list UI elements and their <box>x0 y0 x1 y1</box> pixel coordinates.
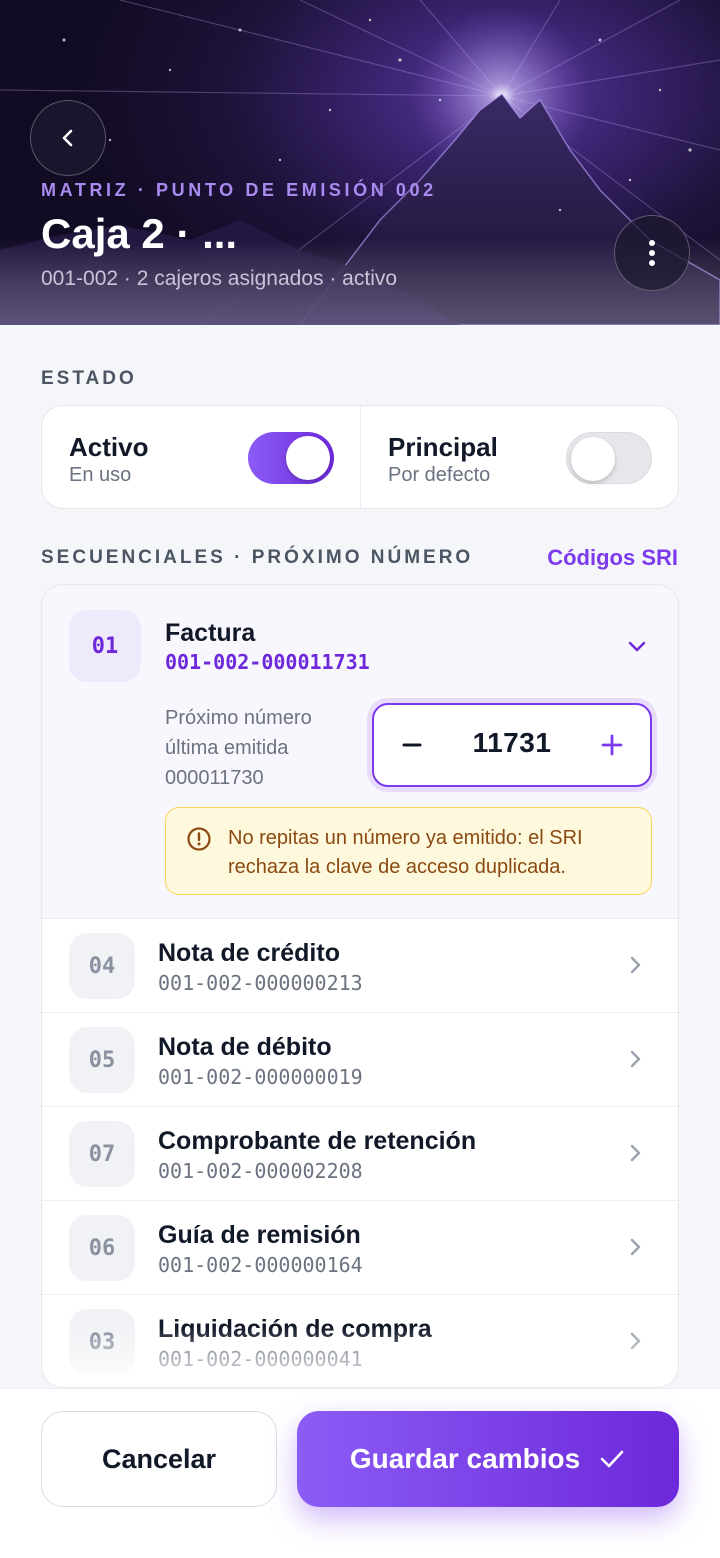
toggle-knob <box>286 436 330 480</box>
principal-subtitle: Por defecto <box>388 464 491 486</box>
save-changes-button[interactable]: Guardar cambios <box>297 1411 679 1507</box>
document-sequence-number: 001-002-000000164 <box>158 1253 363 1277</box>
chevron-down-icon <box>628 641 646 652</box>
next-number-label: Próximo número última emitida 000011730 <box>165 703 365 793</box>
chevron-right-icon <box>630 1332 641 1350</box>
document-sequence-number: 001-002-000011731 <box>165 650 370 674</box>
document-name: Nota de crédito <box>158 939 340 967</box>
warning-text: No repitas un número ya emitido: el SRI … <box>228 827 583 878</box>
header-subtitle: 001-002 · 2 cajeros asignados · activo <box>41 267 398 290</box>
document-code-badge: 04 <box>69 933 135 999</box>
sequence-item-guia-remision[interactable]: 06 Guía de remisión 001-002-000000164 <box>42 1201 678 1295</box>
document-name: Nota de débito <box>158 1033 332 1061</box>
estado-section-label: ESTADO <box>41 368 137 389</box>
document-sequence-number: 001-002-000002208 <box>158 1159 363 1183</box>
next-number-stepper: 11731 <box>372 703 652 787</box>
next-number-value[interactable]: 11731 <box>444 727 580 759</box>
chevron-right-icon <box>630 956 641 974</box>
sequence-item-nota-debito[interactable]: 05 Nota de débito 001-002-000000019 <box>42 1013 678 1107</box>
action-footer: Cancelar Guardar cambios <box>0 1388 720 1558</box>
check-icon <box>600 1450 624 1468</box>
decrement-button[interactable] <box>392 723 432 767</box>
collapse-button[interactable] <box>626 635 648 662</box>
document-sequence-number: 001-002-000000213 <box>158 971 363 995</box>
document-code-badge: 07 <box>69 1121 135 1187</box>
chevron-left-icon <box>62 129 73 147</box>
activo-toggle[interactable] <box>248 432 334 484</box>
document-sequence-number: 001-002-000000041 <box>158 1347 363 1371</box>
chevron-right-icon <box>630 1050 641 1068</box>
chevron-right-icon <box>630 1238 641 1256</box>
plus-icon <box>601 734 623 756</box>
save-changes-label: Guardar cambios <box>349 1443 581 1474</box>
alert-circle-icon <box>187 827 211 851</box>
more-options-button[interactable] <box>614 215 690 291</box>
principal-toggle[interactable] <box>566 432 652 484</box>
status-card: Activo En uso Principal Por defecto <box>41 405 679 509</box>
activo-title: Activo <box>69 432 149 462</box>
sequence-item-comprobante-retencion[interactable]: 07 Comprobante de retención 001-002-0000… <box>42 1107 678 1201</box>
header-hero: MATRIZ · PUNTO DE EMISIÓN 002 Caja 2 · .… <box>0 0 720 325</box>
sequence-item-factura-expanded: 01 Factura 001-002-000011731 Próximo núm… <box>42 585 678 919</box>
principal-setting: Principal Por defecto <box>360 406 678 508</box>
activo-subtitle: En uso <box>69 464 132 486</box>
document-name: Guía de remisión <box>158 1221 361 1249</box>
secuenciales-section-label: SECUENCIALES · PRÓXIMO NÚMERO <box>41 547 474 568</box>
vertical-dots-icon <box>649 240 655 266</box>
header-eyebrow: MATRIZ · PUNTO DE EMISIÓN 002 <box>41 180 437 200</box>
minus-icon <box>402 743 422 747</box>
document-code-badge: 01 <box>69 610 141 682</box>
document-code-badge: 03 <box>69 1309 135 1375</box>
document-name: Factura <box>165 619 256 647</box>
duplicate-warning: No repitas un número ya emitido: el SRI … <box>165 807 652 895</box>
document-sequence-number: 001-002-000000019 <box>158 1065 363 1089</box>
document-code-badge: 06 <box>69 1215 135 1281</box>
next-number-label-line2: última emitida <box>165 737 289 759</box>
chevron-right-icon <box>630 1144 641 1162</box>
document-name: Comprobante de retención <box>158 1127 477 1155</box>
last-emitted-value: 000011730 <box>165 767 264 789</box>
sequence-item-nota-credito[interactable]: 04 Nota de crédito 001-002-000000213 <box>42 919 678 1013</box>
sri-codes-link[interactable]: Códigos SRI <box>547 545 678 571</box>
page-title: Caja 2 · ... <box>41 210 238 257</box>
sequence-item-liquidacion-compra[interactable]: 03 Liquidación de compra 001-002-0000000… <box>42 1295 678 1387</box>
back-button[interactable] <box>30 100 106 176</box>
activo-setting: Activo En uso <box>42 406 360 508</box>
document-code-badge: 05 <box>69 1027 135 1093</box>
sequences-card: 01 Factura 001-002-000011731 Próximo núm… <box>41 584 679 1388</box>
next-number-label-line1: Próximo número <box>165 707 312 729</box>
principal-title: Principal <box>388 432 498 462</box>
document-name: Liquidación de compra <box>158 1315 432 1343</box>
toggle-knob <box>571 437 615 481</box>
increment-button[interactable] <box>592 723 632 767</box>
cancel-button[interactable]: Cancelar <box>41 1411 277 1507</box>
